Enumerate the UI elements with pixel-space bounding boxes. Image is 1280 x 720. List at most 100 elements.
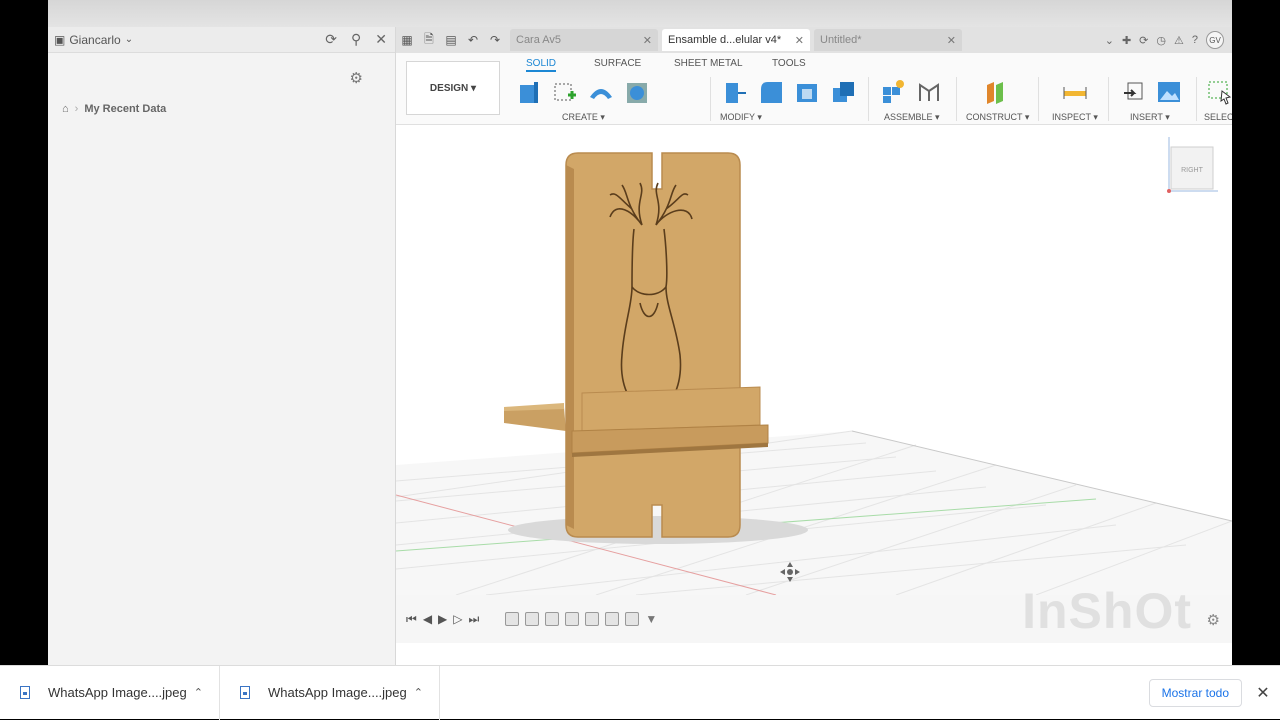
tab-surface[interactable]: SURFACE bbox=[594, 58, 641, 69]
joint-icon[interactable] bbox=[914, 77, 944, 107]
breadcrumb: ⌂ › My Recent Data bbox=[62, 103, 166, 115]
file-icon[interactable]: 🗎 bbox=[418, 30, 440, 51]
doc-tab-1[interactable]: Cara Av5 ✕ bbox=[510, 29, 658, 51]
avatar[interactable]: GV bbox=[1206, 31, 1224, 49]
step-back-icon[interactable]: ◀ bbox=[423, 612, 432, 626]
plus-icon[interactable]: ✚ bbox=[1122, 34, 1131, 47]
combine-icon[interactable] bbox=[828, 77, 858, 107]
redo-icon[interactable]: ↷ bbox=[484, 33, 506, 47]
new-component-assemble-icon[interactable] bbox=[878, 77, 908, 107]
shelf-back-lip[interactable] bbox=[581, 386, 761, 432]
doc-tab-2[interactable]: Ensamble d...elular v4* ✕ bbox=[662, 29, 810, 51]
search-icon[interactable]: ⚲ bbox=[351, 31, 361, 48]
gear-icon[interactable]: ⚙ bbox=[350, 69, 363, 87]
group-create[interactable]: CREATE ▾ bbox=[562, 112, 605, 123]
timeline-feature[interactable] bbox=[545, 612, 560, 626]
undo-icon[interactable]: ↶ bbox=[462, 33, 484, 47]
close-icon[interactable]: ✕ bbox=[795, 34, 804, 47]
inspect-tools bbox=[1060, 77, 1090, 107]
group-construct[interactable]: CONSTRUCT ▾ bbox=[966, 112, 1029, 123]
press-pull-icon[interactable] bbox=[720, 77, 750, 107]
timeline-marker-icon[interactable]: ▼ bbox=[645, 612, 657, 626]
group-modify[interactable]: MODIFY ▾ bbox=[720, 112, 762, 123]
home-icon[interactable]: ⌂ bbox=[62, 103, 69, 115]
3d-viewport[interactable]: RIGHT bbox=[396, 125, 1232, 595]
insert-derive-icon[interactable] bbox=[1118, 77, 1148, 107]
tab-sheet-metal[interactable]: SHEET METAL bbox=[674, 58, 743, 69]
watermark-logo: InShOt bbox=[1022, 583, 1192, 639]
viewcube[interactable]: RIGHT bbox=[1167, 137, 1218, 193]
group-assemble[interactable]: ASSEMBLE ▾ bbox=[884, 112, 940, 123]
workspace-label: DESIGN bbox=[429, 82, 469, 94]
timeline-feature[interactable] bbox=[605, 612, 620, 626]
workspace-switcher[interactable]: DESIGN ▾ bbox=[406, 61, 500, 115]
tab-solid[interactable]: SOLID bbox=[526, 58, 557, 72]
group-inspect[interactable]: INSPECT ▾ bbox=[1052, 112, 1098, 123]
create-tools bbox=[514, 77, 652, 107]
close-icon[interactable]: ✕ bbox=[1246, 683, 1280, 703]
doc-tab-3[interactable]: Untitled* ✕ bbox=[814, 29, 962, 51]
grid-icon[interactable]: ▦ bbox=[396, 33, 418, 47]
group-create-label: CREATE bbox=[562, 112, 598, 122]
chevron-up-icon[interactable]: ⌃ bbox=[414, 686, 423, 699]
play-icon[interactable]: ▶ bbox=[438, 612, 447, 626]
close-icon[interactable]: ✕ bbox=[947, 34, 956, 47]
insert-canvas-icon[interactable] bbox=[1154, 77, 1184, 107]
timeline-feature[interactable] bbox=[525, 612, 540, 626]
revolve-icon[interactable] bbox=[622, 77, 652, 107]
select-icon[interactable] bbox=[1204, 77, 1232, 107]
show-all-button[interactable]: Mostrar todo bbox=[1148, 678, 1242, 707]
measure-icon[interactable] bbox=[1060, 77, 1090, 107]
extrude-icon[interactable] bbox=[586, 77, 616, 107]
image-file-icon bbox=[240, 686, 250, 699]
timeline-feature[interactable] bbox=[565, 612, 580, 626]
user-name[interactable]: Giancarlo bbox=[69, 33, 120, 47]
fillet-icon[interactable] bbox=[756, 77, 786, 107]
group-insert[interactable]: INSERT ▾ bbox=[1130, 112, 1170, 123]
group-inspect-label: INSPECT bbox=[1052, 112, 1091, 122]
phone-stand-back-plate[interactable] bbox=[565, 152, 741, 538]
window-top-bar bbox=[48, 0, 1232, 27]
timeline-feature[interactable] bbox=[505, 612, 520, 626]
chevron-down-icon[interactable]: ⌄ bbox=[1105, 34, 1114, 47]
offset-plane-icon[interactable] bbox=[980, 77, 1010, 107]
chevron-down-icon[interactable]: ⌄ bbox=[125, 34, 133, 45]
sketch-icon[interactable] bbox=[550, 77, 580, 107]
new-component-icon[interactable] bbox=[514, 77, 544, 107]
clock-icon[interactable]: ◷ bbox=[1156, 34, 1166, 47]
refresh-icon[interactable]: ⟳ bbox=[325, 31, 337, 48]
team-icon[interactable]: ▣ bbox=[54, 33, 65, 47]
help-icon[interactable]: ? bbox=[1192, 34, 1198, 46]
shell-icon[interactable] bbox=[792, 77, 822, 107]
breadcrumb-recent-data[interactable]: My Recent Data bbox=[84, 103, 166, 115]
viewcube-face-label: RIGHT bbox=[1181, 167, 1204, 174]
download-filename: WhatsApp Image....jpeg bbox=[268, 685, 407, 700]
close-icon[interactable]: ✕ bbox=[643, 34, 652, 47]
doc-tab-label: Untitled* bbox=[820, 34, 862, 46]
doc-tab-label: Cara Av5 bbox=[516, 34, 562, 46]
data-panel-header: ▣ Giancarlo ⌄ ⟳ ⚲ ✕ bbox=[48, 27, 395, 53]
toolbar-separator bbox=[868, 77, 869, 121]
download-item[interactable]: WhatsApp Image....jpeg ⌃ bbox=[0, 665, 220, 720]
plate-edge bbox=[566, 165, 574, 529]
save-icon[interactable]: ▤ bbox=[440, 33, 462, 47]
bell-icon[interactable]: ⚠ bbox=[1174, 34, 1184, 47]
select-tools bbox=[1204, 77, 1232, 107]
doc-tab-label: Ensamble d...elular v4* bbox=[668, 34, 782, 46]
chevron-up-icon[interactable]: ⌃ bbox=[194, 686, 203, 699]
timeline-feature[interactable] bbox=[585, 612, 600, 626]
modify-tools bbox=[720, 77, 858, 107]
sync-icon[interactable]: ⟳ bbox=[1139, 34, 1148, 47]
step-forward-icon[interactable]: ▷ bbox=[453, 612, 462, 626]
model-canvas[interactable]: RIGHT bbox=[396, 125, 1232, 595]
go-to-end-icon[interactable]: ⏭ bbox=[469, 612, 480, 627]
tab-tools[interactable]: TOOLS bbox=[772, 58, 806, 69]
timeline-feature[interactable] bbox=[625, 612, 640, 626]
close-icon[interactable]: ✕ bbox=[375, 31, 387, 48]
downloads-bar: WhatsApp Image....jpeg ⌃ WhatsApp Image.… bbox=[0, 665, 1280, 720]
download-item[interactable]: WhatsApp Image....jpeg ⌃ bbox=[220, 665, 440, 720]
toolbar-separator bbox=[1108, 77, 1109, 121]
go-to-start-icon[interactable]: ⏮ bbox=[406, 612, 417, 627]
app-frame: ▣ Giancarlo ⌄ ⟳ ⚲ ✕ ⚙ ⌂ › My Recent Data… bbox=[48, 0, 1232, 665]
gear-icon[interactable]: ⚙ bbox=[1207, 611, 1220, 629]
